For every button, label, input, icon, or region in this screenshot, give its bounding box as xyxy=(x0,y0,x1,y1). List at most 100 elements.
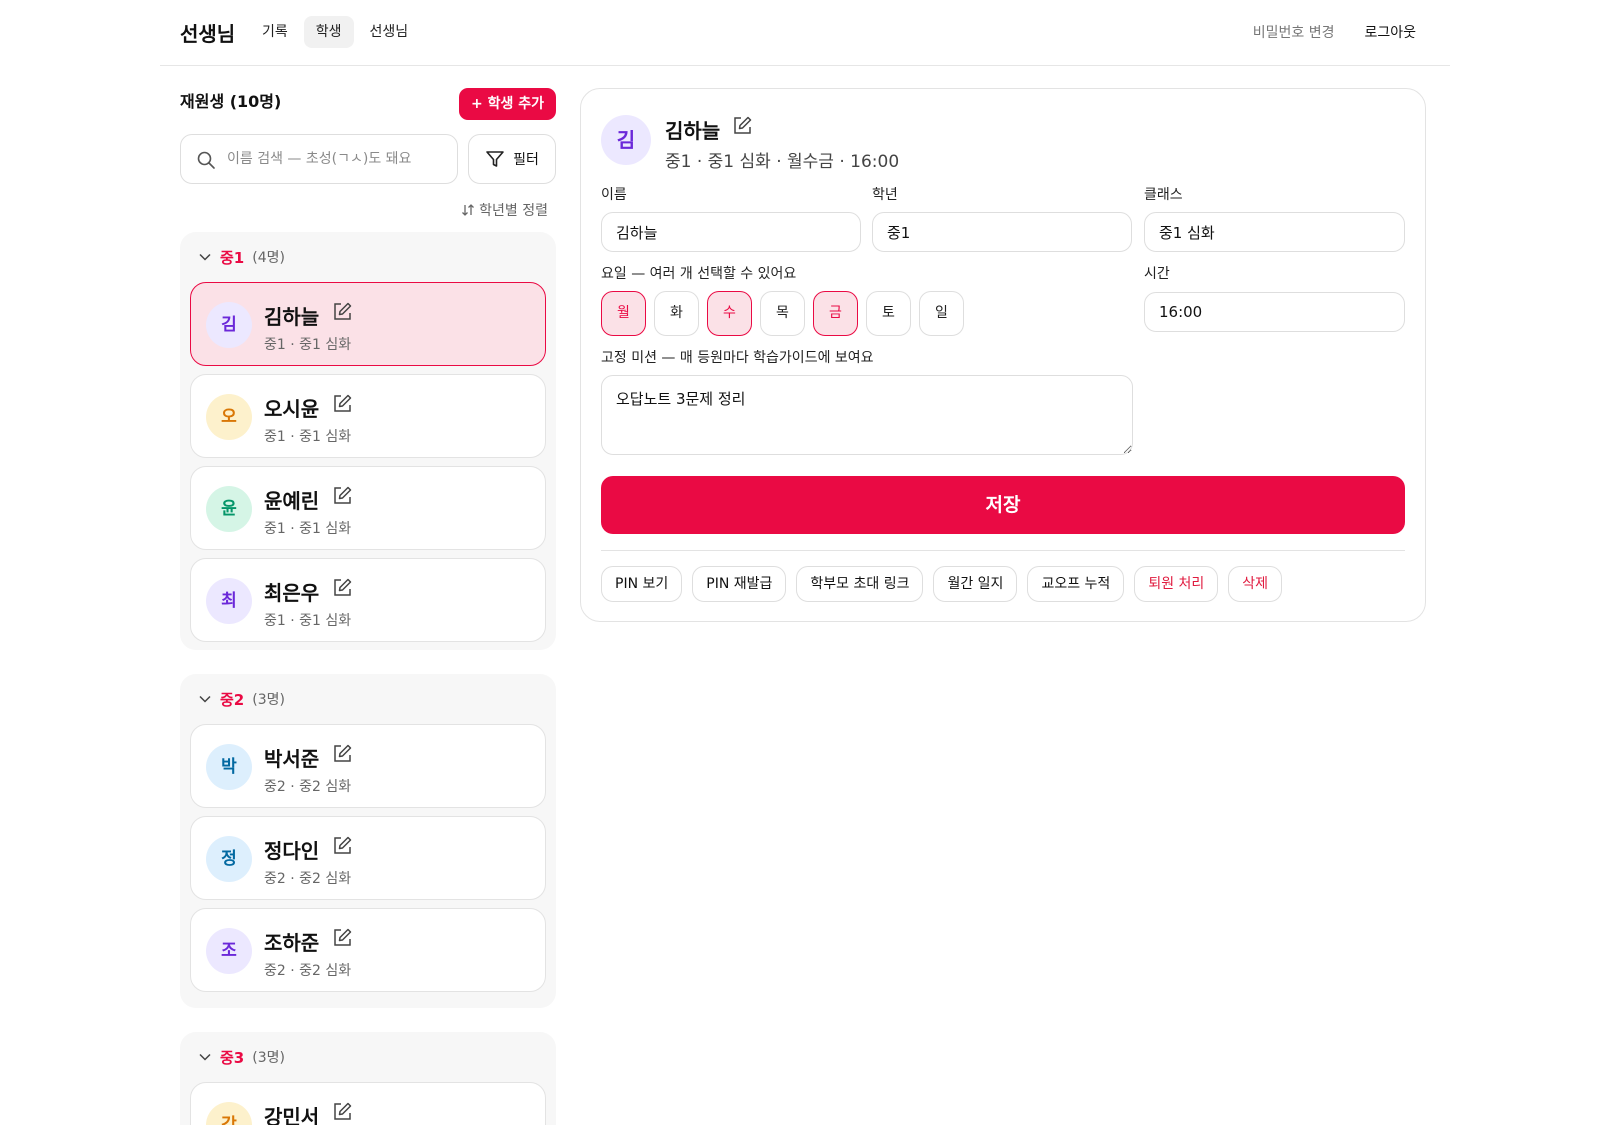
day-toggle-wed[interactable]: 수 xyxy=(707,291,752,336)
brand-title: 선생님 xyxy=(180,22,236,46)
withdraw-button[interactable]: 퇴원 처리 xyxy=(1134,566,1219,602)
search-input[interactable] xyxy=(227,135,447,183)
student-meta: 중1 · 중1 심화 xyxy=(264,429,352,445)
top-nav-bar: 선생님 기록 학생 선생님 비밀번호 변경 로그아웃 xyxy=(160,0,1450,66)
group-header-m3[interactable]: 중3 (3명) xyxy=(180,1032,556,1082)
search-icon xyxy=(197,151,215,169)
edit-icon[interactable] xyxy=(331,743,353,765)
edit-icon[interactable] xyxy=(731,115,753,137)
student-card[interactable]: 조 조하준 중2 · 중2 심화 xyxy=(190,908,546,992)
nav-tab-students[interactable]: 학생 xyxy=(303,16,354,48)
student-detail-panel: 김 김하늘 중1 · 중1 심화 · 월수금 · 16:00 이름 학년 클래스… xyxy=(580,88,1426,622)
edit-icon[interactable] xyxy=(331,393,353,415)
filter-label: 필터 xyxy=(513,152,539,168)
group-count: (3명) xyxy=(252,1050,285,1066)
add-student-button[interactable]: + 학생 추가 xyxy=(459,88,556,120)
filter-icon xyxy=(486,151,504,167)
change-password-link[interactable]: 비밀번호 변경 xyxy=(1253,22,1335,42)
group-count: (4명) xyxy=(252,250,285,266)
day-toggle-sun[interactable]: 일 xyxy=(919,291,964,336)
student-card[interactable]: 정 정다인 중2 · 중2 심화 xyxy=(190,816,546,900)
time-label: 시간 xyxy=(1144,266,1170,282)
avatar: 박 xyxy=(206,744,252,790)
edit-icon[interactable] xyxy=(331,927,353,949)
student-meta: 중2 · 중2 심화 xyxy=(264,779,352,795)
group-name: 중1 xyxy=(220,248,245,267)
day-toggle-fri[interactable]: 금 xyxy=(813,291,858,336)
chevron-down-icon xyxy=(199,1053,211,1061)
group-name: 중3 xyxy=(220,1048,245,1067)
parent-invite-link-button[interactable]: 학부모 초대 링크 xyxy=(796,566,924,602)
student-card[interactable]: 강 강민서 xyxy=(190,1082,546,1125)
student-name: 오시윤 xyxy=(264,397,320,421)
sort-button[interactable]: 학년별 정렬 xyxy=(461,200,548,220)
search-box xyxy=(180,134,458,184)
student-meta: 중2 · 중2 심화 xyxy=(264,871,352,887)
day-toggle-sat[interactable]: 토 xyxy=(866,291,911,336)
group-header-m1[interactable]: 중1 (4명) xyxy=(180,232,556,282)
detail-student-name: 김하늘 xyxy=(665,119,721,143)
student-name: 강민서 xyxy=(264,1105,320,1125)
name-label: 이름 xyxy=(601,187,627,203)
logout-link[interactable]: 로그아웃 xyxy=(1364,22,1416,42)
accumulated-button[interactable]: 교오프 누적 xyxy=(1027,566,1125,602)
monthly-journal-button[interactable]: 월간 일지 xyxy=(933,566,1018,602)
avatar: 조 xyxy=(206,928,252,974)
student-meta: 중1 · 중1 심화 xyxy=(264,521,352,537)
edit-icon[interactable] xyxy=(331,485,353,507)
name-field[interactable] xyxy=(601,212,861,252)
grade-field[interactable] xyxy=(872,212,1132,252)
nav-tab-teachers[interactable]: 선생님 xyxy=(358,16,421,48)
main-nav: 기록 학생 선생님 xyxy=(250,16,420,48)
student-card[interactable]: 김 김하늘 중1 · 중1 심화 xyxy=(190,282,546,366)
avatar: 최 xyxy=(206,578,252,624)
student-card[interactable]: 박 박서준 중2 · 중2 심화 xyxy=(190,724,546,808)
delete-button[interactable]: 삭제 xyxy=(1228,566,1283,602)
chevron-down-icon xyxy=(199,695,211,703)
student-meta: 중1 · 중1 심화 xyxy=(264,337,352,353)
filter-button[interactable]: 필터 xyxy=(468,134,556,184)
grade-group-m1: 중1 (4명) 김 김하늘 중1 · 중1 심화 오 오시윤 중1 · 중1 심… xyxy=(180,232,556,650)
avatar: 정 xyxy=(206,836,252,882)
account-links: 비밀번호 변경 로그아웃 xyxy=(1253,22,1416,42)
student-card[interactable]: 윤 윤예린 중1 · 중1 심화 xyxy=(190,466,546,550)
day-selector: 월 화 수 목 금 토 일 xyxy=(601,291,964,336)
sort-label: 학년별 정렬 xyxy=(479,203,548,219)
student-meta: 중1 · 중1 심화 xyxy=(264,613,352,629)
mission-textarea[interactable]: 오답노트 3문제 정리 xyxy=(601,375,1133,455)
student-card[interactable]: 최 최은우 중1 · 중1 심화 xyxy=(190,558,546,642)
detail-summary: 중1 · 중1 심화 · 월수금 · 16:00 xyxy=(665,152,900,172)
edit-icon[interactable] xyxy=(331,577,353,599)
group-name: 중2 xyxy=(220,690,245,709)
student-name: 정다인 xyxy=(264,839,320,863)
days-label: 요일 — 여러 개 선택할 수 있어요 xyxy=(601,266,797,282)
day-toggle-mon[interactable]: 월 xyxy=(601,291,646,336)
student-name: 윤예린 xyxy=(264,489,320,513)
student-name: 최은우 xyxy=(264,581,320,605)
view-pin-button[interactable]: PIN 보기 xyxy=(601,566,683,602)
sort-icon xyxy=(462,204,475,216)
avatar: 김 xyxy=(206,302,252,348)
avatar: 오 xyxy=(206,394,252,440)
student-name: 김하늘 xyxy=(264,305,320,329)
edit-icon[interactable] xyxy=(331,301,353,323)
divider xyxy=(601,550,1405,551)
group-header-m2[interactable]: 중2 (3명) xyxy=(180,674,556,724)
class-field[interactable] xyxy=(1144,212,1405,252)
group-count: (3명) xyxy=(252,692,285,708)
mission-label: 고정 미션 — 매 등원마다 학습가이드에 보여요 xyxy=(601,350,874,366)
edit-icon[interactable] xyxy=(331,1101,353,1123)
student-meta: 중2 · 중2 심화 xyxy=(264,963,352,979)
roster-title: 재원생 (10명) xyxy=(180,92,282,111)
grade-label: 학년 xyxy=(872,187,898,203)
time-field[interactable] xyxy=(1144,292,1405,332)
reissue-pin-button[interactable]: PIN 재발급 xyxy=(692,566,787,602)
day-toggle-thu[interactable]: 목 xyxy=(760,291,805,336)
edit-icon[interactable] xyxy=(331,835,353,857)
save-button[interactable]: 저장 xyxy=(601,476,1405,534)
nav-tab-records[interactable]: 기록 xyxy=(250,16,300,48)
chevron-down-icon xyxy=(199,253,211,261)
student-name: 박서준 xyxy=(264,747,320,771)
day-toggle-tue[interactable]: 화 xyxy=(654,291,699,336)
student-card[interactable]: 오 오시윤 중1 · 중1 심화 xyxy=(190,374,546,458)
